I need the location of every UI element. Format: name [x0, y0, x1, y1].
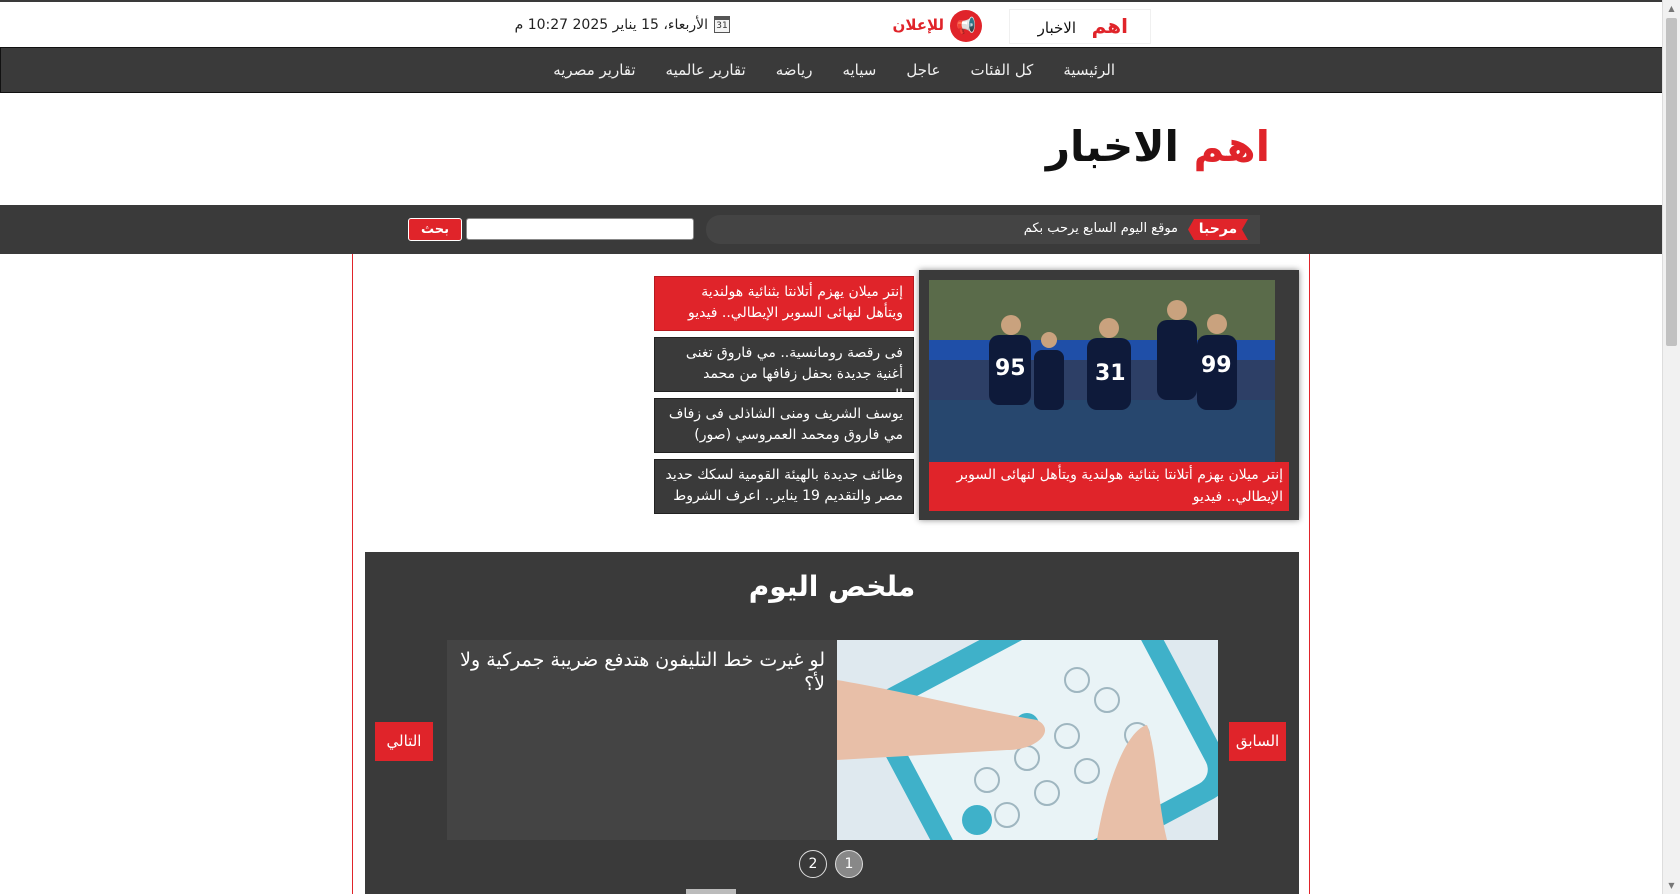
- search-button[interactable]: بحث: [408, 218, 462, 241]
- summary-slide[interactable]: لو غيرت خط التليفون هتدفع ضريبة جمركية و…: [447, 640, 1218, 840]
- featured-story[interactable]: 95 31 99 إنتر ميلان يهزم أتلانتا بثنائية…: [919, 270, 1299, 520]
- nav-item-all-categories[interactable]: كل الفئات: [956, 48, 1049, 92]
- scroll-down-icon[interactable]: ▼: [1663, 877, 1680, 894]
- calendar-icon: 31: [714, 16, 730, 33]
- site-logo-word2: الاخبار: [1045, 122, 1179, 171]
- side-news-item[interactable]: وظائف جديدة بالهيئة القومية لسكك حديد مص…: [654, 459, 914, 514]
- nav-item-sports[interactable]: رياضه: [761, 48, 828, 92]
- featured-image[interactable]: 95 31 99: [929, 280, 1275, 462]
- news-ticker: مرحبا موقع اليوم السابع يرحب بكم: [706, 215, 1260, 244]
- nav-item-urgent[interactable]: عاجل: [891, 48, 955, 92]
- side-news-item[interactable]: فى رقصة رومانسية.. مي فاروق تغنى أغنية ج…: [654, 337, 914, 403]
- svg-text:95: 95: [995, 356, 1026, 381]
- scroll-thumb[interactable]: [1666, 18, 1677, 346]
- date-display: 31 الأربعاء، 15 يناير 2025 10:27 م: [505, 16, 730, 36]
- nav-item-world-reports[interactable]: تقارير عالميه: [651, 48, 761, 92]
- main-nav: الرئيسية كل الفئات عاجل سيايه رياضه تقار…: [0, 47, 1662, 93]
- site-logo[interactable]: اهم الاخبار: [1046, 122, 1270, 171]
- welcome-tag: مرحبا: [1188, 219, 1248, 240]
- next-button[interactable]: التالي: [375, 722, 433, 761]
- featured-photo: 95 31 99: [929, 280, 1275, 462]
- slide-headline[interactable]: لو غيرت خط التليفون هتدفع ضريبة جمركية و…: [457, 648, 825, 696]
- welcome-bar: مرحبا موقع اليوم السابع يرحب بكم بحث: [0, 205, 1662, 254]
- svg-text:99: 99: [1201, 353, 1232, 378]
- date-text: الأربعاء، 15 يناير 2025 10:27 م: [514, 17, 708, 33]
- slide-image[interactable]: [837, 640, 1218, 840]
- nav-item-home[interactable]: الرئيسية: [1048, 48, 1130, 92]
- small-logo-word2: الاخبار: [1037, 19, 1076, 37]
- summary-title: ملخص اليوم: [748, 570, 916, 603]
- top-bar: اهم الاخبار 📢 للإعلان 31 الأربعاء، 15 ين…: [0, 2, 1662, 47]
- section-indicator: [686, 889, 736, 894]
- side-news-item[interactable]: إنتر ميلان يهزم أتلانتا بثنائية هولندية …: [654, 276, 914, 331]
- side-news-item[interactable]: يوسف الشريف ومنى الشاذلى فى زفاف مي فارو…: [654, 398, 914, 453]
- phone-photo: [837, 640, 1218, 840]
- scroll-up-icon[interactable]: ▲: [1663, 0, 1680, 17]
- svg-text:31: 31: [1095, 361, 1126, 386]
- vertical-scrollbar[interactable]: ▲ ▼: [1662, 0, 1680, 894]
- nav-item-egypt-reports[interactable]: تقارير مصريه: [538, 48, 650, 92]
- megaphone-icon: 📢: [950, 10, 982, 42]
- small-logo-word1: اهم: [1091, 14, 1128, 38]
- advertise-link[interactable]: 📢 للإعلان: [892, 10, 982, 42]
- small-logo[interactable]: اهم الاخبار: [1009, 9, 1151, 44]
- site-logo-word1: اهم: [1193, 122, 1270, 171]
- page-dot-1[interactable]: 1: [835, 850, 863, 878]
- search-input[interactable]: [466, 218, 694, 240]
- pagination: 2 1: [799, 850, 869, 880]
- page-viewport: اهم الاخبار 📢 للإعلان 31 الأربعاء، 15 ين…: [0, 0, 1662, 894]
- ticker-text[interactable]: موقع اليوم السابع يرحب بكم: [1024, 221, 1178, 236]
- daily-summary: ملخص اليوم لو غيرت خط التليفون هتدفع ضري…: [365, 552, 1299, 894]
- advertise-label: للإعلان: [892, 16, 944, 34]
- featured-caption[interactable]: إنتر ميلان يهزم أتلانتا بثنائية هولندية …: [929, 462, 1289, 511]
- nav-item-politics[interactable]: سيايه: [827, 48, 891, 92]
- previous-button[interactable]: السابق: [1229, 722, 1286, 761]
- page-dot-2[interactable]: 2: [799, 850, 827, 878]
